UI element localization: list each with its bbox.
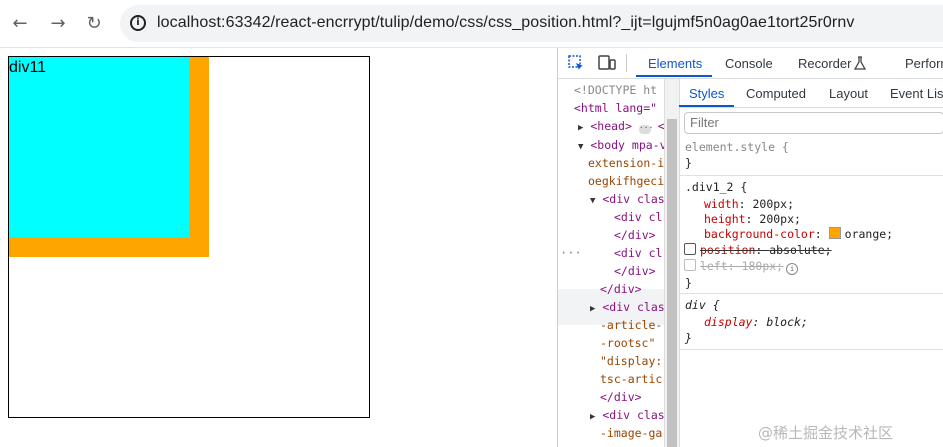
- element-style-close: }: [685, 156, 692, 170]
- dom-div-row-1[interactable]: ▼ <div clas: [590, 190, 664, 208]
- dom-tree: <!DOCTYPE ht <html lang=" ▶ <head> ··· <…: [558, 79, 664, 447]
- element-style-selector[interactable]: element.style {: [685, 139, 789, 155]
- flask-icon: [854, 56, 866, 70]
- color-swatch-icon[interactable]: [828, 227, 841, 239]
- dom-div-clas-1[interactable]: <div clas: [602, 192, 664, 206]
- dom-div-close-1: </div>: [614, 228, 656, 242]
- dom-div-row-3[interactable]: ▶ <div clas: [590, 406, 664, 424]
- dom-body-attr-2: oegkifhgeci: [588, 174, 664, 188]
- dom-html[interactable]: <html lang=": [574, 99, 657, 117]
- toggle-checkbox[interactable]: [684, 243, 696, 255]
- url-text[interactable]: localhost:63342/react-encrrypt/tulip/dem…: [157, 14, 854, 32]
- prop-value[interactable]: 200px;: [752, 197, 794, 211]
- dom-div-cl-1[interactable]: <div cl: [614, 208, 662, 226]
- dom-head[interactable]: <head>: [590, 119, 632, 133]
- tab-performance[interactable]: Perform: [905, 56, 943, 71]
- tab-recorder[interactable]: Recorder: [798, 56, 851, 71]
- ellipsis-icon[interactable]: ···: [560, 244, 582, 262]
- collapse-arrow-icon[interactable]: ▼: [578, 142, 583, 152]
- watermark: @稀土掘金技术社区: [758, 424, 894, 442]
- dom-body-attr-1: extension-i: [588, 156, 664, 170]
- styles-subtabs: Styles Computed Layout Event List: [679, 79, 943, 108]
- rule-divider: [679, 349, 943, 350]
- expand-arrow-icon[interactable]: ▶: [590, 304, 595, 314]
- device-toolbar-icon[interactable]: [598, 55, 616, 71]
- div11-cyan-box: div11: [9, 57, 189, 237]
- rule1-prop-background-color[interactable]: background-color: orange;: [704, 226, 893, 242]
- dom-attr-tsc: tsc-artic: [600, 372, 663, 386]
- dom-div-clas-3[interactable]: <div clas: [602, 408, 664, 422]
- rule1-selector[interactable]: .div1_2 {: [685, 179, 747, 195]
- devtools-tabbar: Elements Console Recorder Perform: [558, 48, 943, 79]
- dom-div-close-2: </div>: [614, 264, 656, 278]
- reload-icon[interactable]: ↻: [82, 12, 106, 36]
- prop-value[interactable]: orange;: [845, 227, 893, 241]
- rule1-close: }: [685, 276, 692, 290]
- tab-console[interactable]: Console: [725, 56, 773, 71]
- ellipsis-badge[interactable]: ···: [638, 124, 653, 134]
- toolbar-divider: [626, 54, 627, 72]
- info-icon[interactable]: i: [130, 15, 146, 31]
- devtools-panel: Elements Console Recorder Perform <!DOCT…: [557, 48, 943, 447]
- prop-name[interactable]: left: [700, 259, 728, 273]
- dom-attr-article: -article-: [600, 318, 663, 332]
- tab-computed[interactable]: Computed: [746, 86, 806, 101]
- prop-name[interactable]: display: [704, 315, 752, 329]
- prop-name[interactable]: width: [704, 197, 739, 211]
- dom-div-clas-2[interactable]: <div clas: [602, 300, 664, 314]
- tab-event-listeners[interactable]: Event List: [890, 86, 943, 101]
- dom-attr-rootsc: -rootsc": [600, 336, 656, 350]
- rule1-prop-width[interactable]: width: 200px;: [704, 196, 794, 212]
- tab-elements[interactable]: Elements: [648, 56, 702, 71]
- rule2-selector[interactable]: div {: [685, 297, 720, 313]
- address-bar[interactable]: i localhost:63342/react-encrrypt/tulip/d…: [120, 5, 943, 42]
- scrollbar-thumb[interactable]: [667, 119, 677, 447]
- rule1-prop-position[interactable]: position: absolute;: [684, 242, 832, 258]
- dom-head-row[interactable]: ▶ <head> ··· </: [578, 117, 664, 135]
- forward-icon[interactable]: →: [46, 12, 70, 36]
- rule1-prop-height[interactable]: height: 200px;: [704, 211, 801, 227]
- dom-attr-display: "display:: [600, 354, 663, 368]
- rule-divider: [679, 175, 943, 176]
- browser-toolbar: ← → ↻ i localhost:63342/react-encrrypt/t…: [0, 0, 943, 48]
- prop-value[interactable]: 200px;: [759, 212, 801, 226]
- styles-filter-input[interactable]: Filter: [684, 112, 943, 134]
- dom-div-close-4: </div>: [600, 390, 642, 404]
- dom-div-close-3: </div>: [600, 282, 642, 296]
- styles-pane: Styles Computed Layout Event List Filter…: [679, 79, 943, 447]
- prop-name[interactable]: background-color: [704, 227, 815, 241]
- info-icon[interactable]: i: [786, 263, 799, 275]
- prop-name[interactable]: height: [704, 212, 746, 226]
- dom-div-cl-2[interactable]: <div cl: [614, 244, 662, 262]
- dom-body[interactable]: <body mpa-v: [590, 138, 664, 152]
- toggle-checkbox[interactable]: [684, 259, 696, 271]
- prop-value[interactable]: 180px;: [742, 259, 784, 273]
- rule-divider: [679, 293, 943, 294]
- dom-doctype[interactable]: <!DOCTYPE ht: [574, 81, 657, 99]
- rule2-prop-display[interactable]: display: block;: [704, 314, 808, 330]
- rule1-prop-left[interactable]: left: 180px; i: [684, 258, 799, 275]
- prop-value[interactable]: block;: [766, 315, 808, 329]
- div1-box: div11: [8, 56, 370, 418]
- tab-styles[interactable]: Styles: [689, 86, 724, 101]
- dom-scrollbar[interactable]: [664, 79, 680, 447]
- prop-value[interactable]: absolute;: [769, 243, 831, 257]
- expand-arrow-icon[interactable]: ▶: [578, 123, 583, 133]
- active-subtab-indicator: [679, 105, 734, 107]
- dom-body-row[interactable]: ▼ <body mpa-v: [578, 136, 664, 154]
- page-viewport: div11: [0, 48, 557, 447]
- expand-arrow-icon[interactable]: ▶: [590, 412, 595, 422]
- active-tab-indicator: [636, 75, 712, 77]
- collapse-arrow-icon[interactable]: ▼: [590, 196, 595, 206]
- dom-attr-image: -image-ga: [600, 426, 663, 440]
- inspect-icon[interactable]: [568, 55, 584, 71]
- prop-name[interactable]: position: [700, 243, 755, 257]
- back-icon[interactable]: ←: [8, 12, 32, 36]
- tab-layout[interactable]: Layout: [829, 86, 868, 101]
- div11-label: div11: [9, 59, 47, 76]
- dom-div-row-2[interactable]: ▶ <div clas: [590, 298, 664, 316]
- rule2-close: }: [685, 331, 692, 345]
